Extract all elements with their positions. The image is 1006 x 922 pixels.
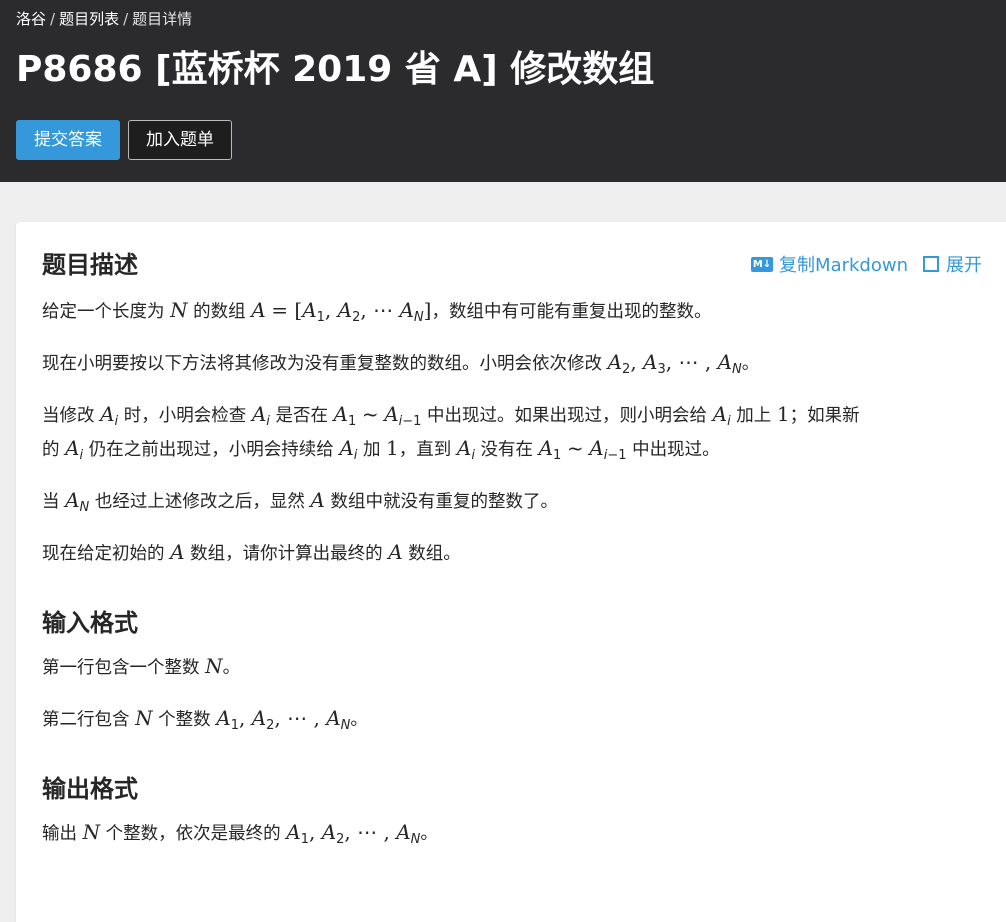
submit-answer-button[interactable]: 提交答案 [16,120,120,160]
expand-label: 展开 [946,255,982,276]
copy-markdown-label: 复制Markdown [779,255,908,276]
output-line-1: 输出 N 个整数，依次是最终的 A1, A2, ⋯ , AN。 [42,820,438,847]
output-format-section: 输出格式 输出 N 个整数，依次是最终的 A1, A2, ⋯ , AN。 [42,772,982,850]
page-title: P8686 [蓝桥杯 2019 省 A] 修改数组 [16,49,655,90]
description-paragraph-5: 现在给定初始的 A 数组，请你计算出最终的 A 数组。 [42,540,461,564]
section-title-input: 输入格式 [42,609,138,637]
input-format-section: 输入格式 第一行包含一个整数 N。 第二行包含 N 个整数 A1, A2, ⋯ … [42,606,982,736]
breadcrumb-home[interactable]: 洛谷 [16,10,46,28]
description-head: 题目描述 M↓ 复制Markdown 展开 [42,248,982,284]
breadcrumb-problem-list[interactable]: 题目列表 [59,10,119,28]
description-paragraph-1: 给定一个长度为 N 的数组 A = [A1, A2, ⋯ AN]，数组中有可能有… [42,298,712,325]
copy-markdown-button[interactable]: M↓ 复制Markdown [751,251,908,277]
description-paragraph-4: 当 AN 也经过上述修改之后，显然 A 数组中就没有重复的整数了。 [42,488,558,515]
action-bar: 提交答案 加入题单 [16,120,990,160]
breadcrumb-sep: / [123,10,129,28]
description-paragraph-2: 现在小明要按以下方法将其修改为没有重复整数的数组。小明会依次修改 A2, A3,… [42,350,760,377]
breadcrumb-sep: / [50,10,56,28]
content-tools: M↓ 复制Markdown 展开 [751,251,982,277]
input-line-2: 第二行包含 N 个整数 A1, A2, ⋯ , AN。 [42,706,368,733]
description-paragraph-3: 当修改 Ai 时，小明会检查 Ai 是否在 A1 ~ Ai−1 中出现过。如果出… [42,402,860,463]
input-line-1: 第一行包含一个整数 N。 [42,654,241,678]
markdown-icon: M↓ [751,256,774,272]
breadcrumb: 洛谷 / 题目列表 / 题目详情 [16,8,990,30]
problem-header: 洛谷 / 题目列表 / 题目详情 P8686 [蓝桥杯 2019 省 A] 修改数组 提… [0,0,1006,182]
add-to-list-button[interactable]: 加入题单 [128,120,232,160]
problem-content-card: 题目描述 M↓ 复制Markdown 展开 给定一个长度为 N 的数组 A = … [16,222,1006,922]
expand-button[interactable]: 展开 [922,251,982,277]
expand-icon [922,255,940,273]
breadcrumb-current: 题目详情 [132,10,193,28]
section-title-output: 输出格式 [42,775,138,803]
